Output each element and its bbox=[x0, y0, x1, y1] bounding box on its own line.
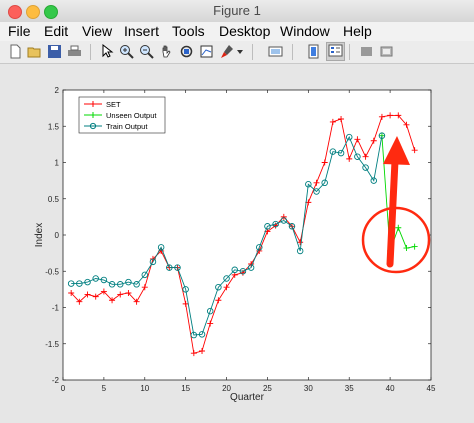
x-axis-label: Quarter bbox=[230, 392, 265, 403]
rotate-3d-icon[interactable] bbox=[179, 44, 194, 59]
y-tick-label: 2 bbox=[55, 86, 60, 95]
menu-desktop[interactable]: Desktop bbox=[219, 23, 270, 39]
print-icon[interactable] bbox=[67, 44, 82, 59]
menu-view[interactable]: View bbox=[82, 23, 112, 39]
x-tick-label: 35 bbox=[345, 384, 354, 393]
x-tick-label: 0 bbox=[61, 384, 66, 393]
menu-window[interactable]: Window bbox=[280, 23, 330, 39]
zoom-in-icon[interactable] bbox=[119, 44, 134, 59]
y-tick-label: 0.5 bbox=[48, 195, 60, 204]
figure-area: 0 5 10 15 20 25 30 35 40 45 -2 -1.5 -1 -0.5 0 0.5 1 1.5 2 … bbox=[0, 64, 474, 418]
y-tick-label: -1.5 bbox=[45, 340, 59, 349]
new-figure-icon[interactable] bbox=[8, 44, 23, 59]
menu-bar: File Edit View Insert Tools Desktop Wind… bbox=[0, 22, 474, 42]
toolbar-separator bbox=[292, 44, 293, 60]
y-tick-label: 1.5 bbox=[48, 122, 60, 131]
open-file-icon[interactable] bbox=[27, 44, 42, 59]
menu-file[interactable]: File bbox=[8, 23, 31, 39]
x-tick-label: 40 bbox=[386, 384, 395, 393]
legend[interactable]: SET Unseen Output Train Output bbox=[78, 96, 166, 134]
legend-label-train: Train Output bbox=[106, 122, 148, 131]
save-icon[interactable] bbox=[47, 44, 62, 59]
zoom-out-icon[interactable] bbox=[139, 44, 154, 59]
y-tick-label: -1 bbox=[52, 304, 60, 313]
pan-icon[interactable] bbox=[159, 44, 174, 59]
figure-toolbar bbox=[0, 41, 474, 64]
chart: 0 5 10 15 20 25 30 35 40 45-2-1.5-1-0.500.511.52 … bbox=[34, 86, 436, 403]
toolbar-separator bbox=[252, 44, 253, 60]
window-title: Figure 1 bbox=[213, 3, 261, 18]
y-tick-label: -2 bbox=[52, 376, 60, 385]
brush-icon[interactable] bbox=[219, 44, 234, 59]
legend-icon[interactable] bbox=[326, 42, 345, 61]
y-tick-label: 0 bbox=[55, 231, 60, 240]
x-tick-label: 30 bbox=[304, 384, 313, 393]
x-tick-label: 15 bbox=[181, 384, 190, 393]
data-cursor-icon[interactable] bbox=[199, 44, 214, 59]
y-axis-label: Index bbox=[34, 223, 45, 247]
pointer-icon[interactable] bbox=[99, 43, 114, 59]
menu-edit[interactable]: Edit bbox=[44, 23, 68, 39]
link-plot-icon[interactable] bbox=[268, 44, 283, 59]
legend-label-set: SET bbox=[106, 100, 121, 109]
y-tick-label: -0.5 bbox=[45, 267, 59, 276]
show-plot-tools-icon[interactable] bbox=[379, 44, 394, 59]
brush-dropdown-icon[interactable] bbox=[236, 44, 244, 59]
menu-help[interactable]: Help bbox=[343, 23, 372, 39]
x-tick-label: 25 bbox=[263, 384, 272, 393]
hide-plot-tools-icon[interactable] bbox=[359, 44, 374, 59]
x-tick-label: 45 bbox=[427, 384, 436, 393]
legend-label-unseen: Unseen Output bbox=[106, 111, 157, 120]
toolbar-separator bbox=[90, 44, 91, 60]
menu-tools[interactable]: Tools bbox=[172, 23, 205, 39]
x-tick-label: 5 bbox=[102, 384, 107, 393]
title-bar: Figure 1 bbox=[0, 0, 474, 23]
menu-insert[interactable]: Insert bbox=[124, 23, 159, 39]
colorbar-icon[interactable] bbox=[306, 44, 321, 59]
x-tick-label: 10 bbox=[140, 384, 149, 393]
toolbar-separator bbox=[349, 44, 350, 60]
y-tick-label: 1 bbox=[55, 159, 60, 168]
